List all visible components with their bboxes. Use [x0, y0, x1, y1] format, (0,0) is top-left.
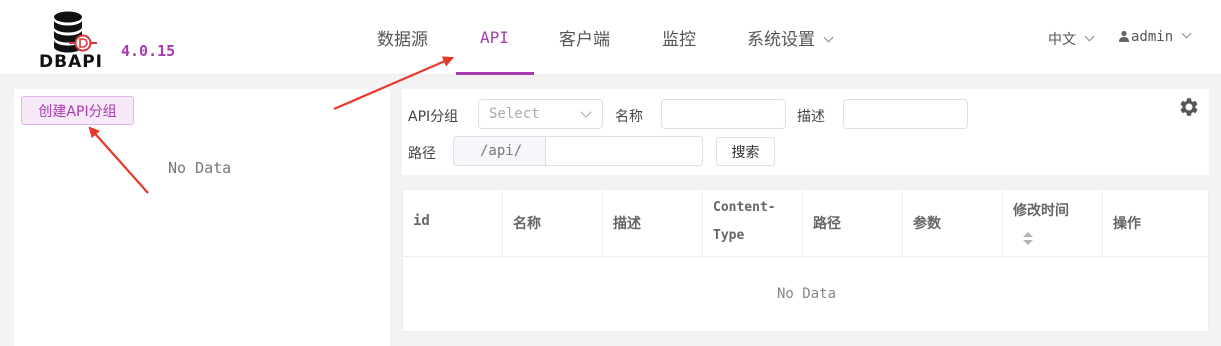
nav-item-client[interactable]: 客户端: [559, 25, 610, 50]
active-tab-indicator: [456, 72, 534, 75]
top-header: DBAPI 4.0.15 数据源 API 客户端 监控 系统设置 中文 admi…: [0, 0, 1221, 75]
chevron-down-icon: [1084, 31, 1095, 42]
sort-descending-icon[interactable]: [1023, 240, 1033, 245]
gear-icon[interactable]: [1177, 95, 1201, 119]
language-dropdown[interactable]: 中文: [1048, 29, 1095, 49]
name-label: 名称: [615, 109, 643, 125]
api-group-panel: 创建API分组 No Data: [14, 89, 390, 346]
nav-item-api[interactable]: API: [480, 28, 509, 47]
sort-ascending-icon[interactable]: [1023, 232, 1033, 237]
chevron-down-icon: [1181, 28, 1192, 39]
column-header-id: id: [403, 190, 503, 257]
language-label: 中文: [1048, 32, 1076, 48]
user-icon: [1119, 30, 1129, 42]
chevron-down-icon: [580, 106, 592, 118]
api-group-select-placeholder: Select: [489, 106, 540, 122]
name-input[interactable]: [661, 99, 786, 129]
nav-item-datasource[interactable]: 数据源: [377, 25, 428, 50]
table-empty-text: No Data: [777, 286, 837, 302]
search-panel: API分组 Select 名称 描述 路径 /api/ 搜索: [402, 89, 1209, 175]
version-label: 4.0.15: [121, 42, 176, 60]
username-label: admin: [1131, 29, 1174, 45]
column-header-actions: 操作: [1113, 216, 1141, 232]
chevron-down-icon: [823, 32, 834, 43]
logo-text: DBAPI: [39, 52, 104, 72]
path-label: 路径: [408, 146, 436, 162]
column-header-description: 描述: [603, 190, 703, 257]
create-api-group-button[interactable]: 创建API分组: [21, 96, 134, 125]
search-button[interactable]: 搜索: [716, 137, 775, 166]
api-table: id 名称 描述 Content- Type 路径 参数 修改时间 操作 No …: [402, 189, 1209, 332]
description-label: 描述: [797, 109, 825, 125]
column-header-content-type: Content- Type: [703, 190, 803, 257]
api-group-label: API分组: [408, 109, 459, 125]
column-header-path: 路径: [803, 190, 903, 257]
description-input[interactable]: [843, 99, 968, 129]
table-header: id 名称 描述 Content- Type 路径 参数 修改时间 操作: [403, 190, 1208, 257]
nav-item-monitor[interactable]: 监控: [662, 25, 696, 50]
column-header-modified-time[interactable]: 修改时间: [1003, 190, 1103, 257]
column-header-params: 参数: [903, 190, 1003, 257]
nav-item-system-settings-label: 系统设置: [747, 30, 815, 50]
nav-item-system-settings[interactable]: 系统设置: [747, 25, 834, 50]
column-header-name: 名称: [503, 190, 603, 257]
user-dropdown[interactable]: admin: [1118, 28, 1192, 45]
group-empty-text: No Data: [168, 159, 232, 177]
api-group-select[interactable]: Select: [478, 99, 603, 129]
path-prefix: /api/: [453, 136, 546, 166]
path-input[interactable]: [545, 136, 703, 166]
